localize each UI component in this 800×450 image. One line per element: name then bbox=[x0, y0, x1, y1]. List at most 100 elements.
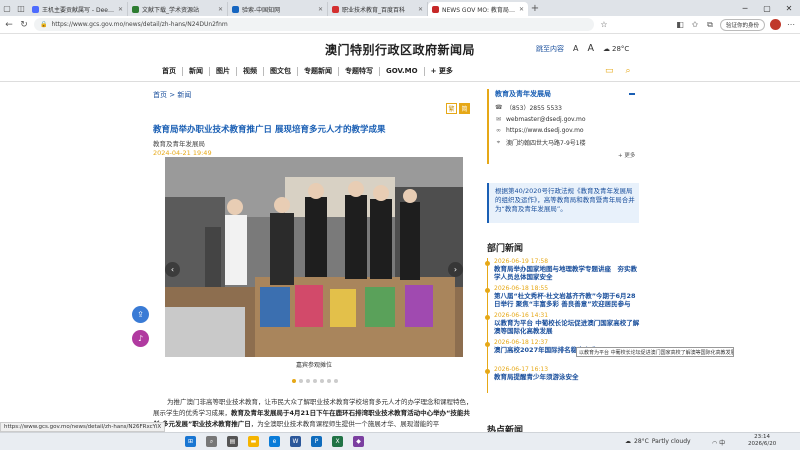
nav-item[interactable]: 专题新闻 bbox=[298, 67, 339, 76]
news-headline-link[interactable]: 教育局提醒青少年须游泳安全 bbox=[494, 373, 642, 381]
close-tab-icon[interactable]: ✕ bbox=[218, 6, 223, 13]
slide-dot[interactable] bbox=[327, 379, 331, 383]
nav-item[interactable]: 专题特写 bbox=[339, 67, 380, 76]
slide-dot[interactable] bbox=[292, 379, 296, 383]
contact-email[interactable]: webmaster@dsedj.gov.mo bbox=[506, 116, 586, 123]
tab-actions-icon[interactable]: ▢ bbox=[0, 0, 14, 16]
list-item[interactable]: 2026-06-17 16:13 教育局提醒青少年须游泳安全 bbox=[485, 366, 642, 393]
nav-item[interactable]: 图文包 bbox=[264, 67, 298, 76]
collapse-icon[interactable] bbox=[629, 93, 635, 95]
news-headline-link[interactable]: 第八届“杜文秀杯·杜文岩基齐齐教”今期于6月28日举行 聚焦“丰富多彩 善良善意… bbox=[494, 292, 642, 308]
minimize-icon[interactable]: ─ bbox=[734, 0, 756, 16]
verify-identity-button[interactable]: 验证你的身份 bbox=[719, 18, 765, 31]
tab-title: NEWS GOV MO: 教育局举办职业技术教育推广日 bbox=[442, 6, 516, 14]
back-icon[interactable]: ← bbox=[4, 20, 14, 30]
word-icon[interactable]: W bbox=[290, 436, 301, 447]
skip-to-content-link[interactable]: 跳至内容 bbox=[536, 44, 564, 54]
list-item[interactable]: 2026-06-16 14:31 以教育为平台 中葡校长论坛促进澳门国家高校了解澳… bbox=[485, 312, 642, 339]
slide-dot[interactable] bbox=[334, 379, 338, 383]
browser-tab[interactable]: 职业技术教育_百度百科 ✕ bbox=[328, 2, 428, 16]
excel-icon[interactable]: X bbox=[332, 436, 343, 447]
nav-item[interactable]: + 更多 bbox=[425, 67, 459, 76]
breadcrumb-current[interactable]: 新闻 bbox=[177, 91, 191, 99]
star-icon[interactable]: ☆ bbox=[599, 20, 609, 29]
article-body: 为推广澳门非高等职业技术教育，让市民大众了解职业技术教育学校培育多元人才的办学理… bbox=[153, 398, 473, 428]
contact-address: 澳门约翰四世大马路7-9号1楼 bbox=[506, 140, 586, 147]
search-taskbar-icon[interactable]: ⌕ bbox=[206, 436, 217, 447]
tab-title: 职业技术教育_百度百科 bbox=[342, 6, 406, 14]
browser-tab[interactable]: 验索-中国知网 ✕ bbox=[228, 2, 328, 16]
close-tab-icon[interactable]: ✕ bbox=[118, 6, 123, 13]
browser-tab[interactable]: 王机主要贡献属写 - DeepSeek✕ bbox=[28, 2, 128, 16]
language-switch: 繁 简 bbox=[446, 103, 470, 114]
link-icon: ∞ bbox=[496, 127, 501, 134]
file-explorer-icon[interactable]: ▬ bbox=[248, 436, 259, 447]
clock[interactable]: 23:14 2026/6/20 bbox=[748, 434, 776, 448]
search-icon[interactable]: ⌕ bbox=[626, 66, 631, 76]
tab-favicon-icon bbox=[32, 5, 39, 13]
split-screen-icon[interactable]: ◧ bbox=[675, 20, 685, 29]
article-title: 教育局举办职业技术教育推广日 展现培育多元人才的教学成果 bbox=[153, 125, 386, 135]
favorites-icon[interactable]: ✩ bbox=[690, 20, 700, 29]
contact-more-link[interactable]: + 更多 bbox=[618, 151, 635, 159]
list-item[interactable]: 2026-06-19 17:58 教育局举办国家地图与地理教学专题讲座 夯实教学人… bbox=[485, 258, 642, 285]
font-size-small-button[interactable]: A bbox=[573, 44, 578, 53]
close-tab-icon[interactable]: ✕ bbox=[318, 6, 323, 13]
new-tab-button[interactable]: + bbox=[528, 3, 542, 14]
breadcrumb-home[interactable]: 首页 bbox=[153, 91, 167, 99]
close-tab-icon[interactable]: ✕ bbox=[418, 6, 423, 13]
next-slide-button[interactable]: › bbox=[448, 262, 463, 277]
slide-dot[interactable] bbox=[299, 379, 303, 383]
chat-icon[interactable]: ▭ bbox=[605, 66, 614, 76]
more-menu-icon[interactable]: ⋯ bbox=[786, 20, 796, 29]
weather-widget[interactable]: ☁ 28°C bbox=[603, 45, 629, 53]
nav-item[interactable]: 视频 bbox=[237, 67, 264, 76]
window-controls: ─ ▢ ✕ bbox=[734, 0, 800, 16]
list-item[interactable]: 2026-06-18 18:55 第八届“杜文秀杯·杜文岩基齐齐教”今期于6月28… bbox=[485, 285, 642, 312]
font-size-large-button[interactable]: A bbox=[587, 43, 594, 54]
slide-dot[interactable] bbox=[306, 379, 310, 383]
share-button[interactable]: ⇪ bbox=[132, 306, 149, 323]
contact-phone[interactable]: （853）2855 5533 bbox=[506, 103, 562, 112]
contact-title[interactable]: 教育及青年发展局 bbox=[495, 89, 551, 99]
news-headline-link[interactable]: 教育局举办国家地图与地理教学专题讲座 夯实教学人员总体国家安全 bbox=[494, 265, 642, 281]
nav-item[interactable]: GOV.MO bbox=[380, 67, 425, 76]
breadcrumb: 首页 > 新闻 bbox=[153, 91, 192, 99]
url-field[interactable]: 🔒 https://www.gcs.gov.mo/news/detail/zh-… bbox=[34, 18, 594, 31]
nav-item[interactable]: 首页 bbox=[156, 67, 183, 76]
refresh-icon[interactable]: ↻ bbox=[19, 20, 29, 30]
close-tab-icon[interactable]: ✕ bbox=[519, 6, 524, 13]
close-window-icon[interactable]: ✕ bbox=[778, 0, 800, 16]
edge-icon[interactable]: e bbox=[269, 436, 280, 447]
slide-dot[interactable] bbox=[313, 379, 317, 383]
nav-item[interactable]: 图片 bbox=[210, 67, 237, 76]
app-icon[interactable]: ◆ bbox=[353, 436, 364, 447]
traditional-chinese-button[interactable]: 繁 bbox=[446, 103, 457, 114]
tab-title: 文献下载_学术资源站 bbox=[142, 6, 200, 14]
system-tray[interactable]: ◠ 中 bbox=[712, 438, 725, 447]
extensions-icon[interactable]: ⧉ bbox=[705, 20, 715, 30]
start-icon[interactable]: ⊞ bbox=[185, 436, 196, 447]
header-tools: 跳至内容 A A ☁ 28°C bbox=[536, 43, 629, 54]
task-view-icon[interactable]: ▤ bbox=[227, 436, 238, 447]
slide-dot[interactable] bbox=[320, 379, 324, 383]
status-url: https://www.gcs.gov.mo/news/detail/zh-ha… bbox=[0, 422, 166, 432]
tab-favicon-icon bbox=[132, 5, 139, 13]
tab-favicon-icon bbox=[432, 5, 439, 13]
taskbar-weather[interactable]: ☁ 28°C Partly cloudy bbox=[625, 438, 691, 445]
contact-website[interactable]: https://www.dsedj.gov.mo bbox=[506, 127, 584, 134]
workspaces-icon[interactable]: ◫ bbox=[14, 0, 28, 16]
photoshop-icon[interactable]: P bbox=[311, 436, 322, 447]
prev-slide-button[interactable]: ‹ bbox=[165, 262, 180, 277]
avatar[interactable] bbox=[770, 19, 781, 30]
article-photo[interactable] bbox=[165, 157, 463, 357]
maximize-icon[interactable]: ▢ bbox=[756, 0, 778, 16]
audio-play-button[interactable]: ♪ bbox=[132, 330, 149, 347]
nav-item[interactable]: 新闻 bbox=[183, 67, 210, 76]
browser-tab[interactable]: NEWS GOV MO: 教育局举办职业技术教育推广日✕ bbox=[428, 2, 528, 16]
site-title[interactable]: 澳门特别行政区政府新闻局 bbox=[0, 41, 800, 58]
simplified-chinese-button[interactable]: 简 bbox=[459, 103, 470, 114]
browser-tab[interactable]: 文献下载_学术资源站 ✕ bbox=[128, 2, 228, 16]
lock-icon[interactable]: 🔒 bbox=[40, 21, 47, 28]
news-headline-link[interactable]: 以教育为平台 中葡校长论坛促进澳门国家高校了解澳等国际化高教发展 bbox=[494, 319, 642, 335]
